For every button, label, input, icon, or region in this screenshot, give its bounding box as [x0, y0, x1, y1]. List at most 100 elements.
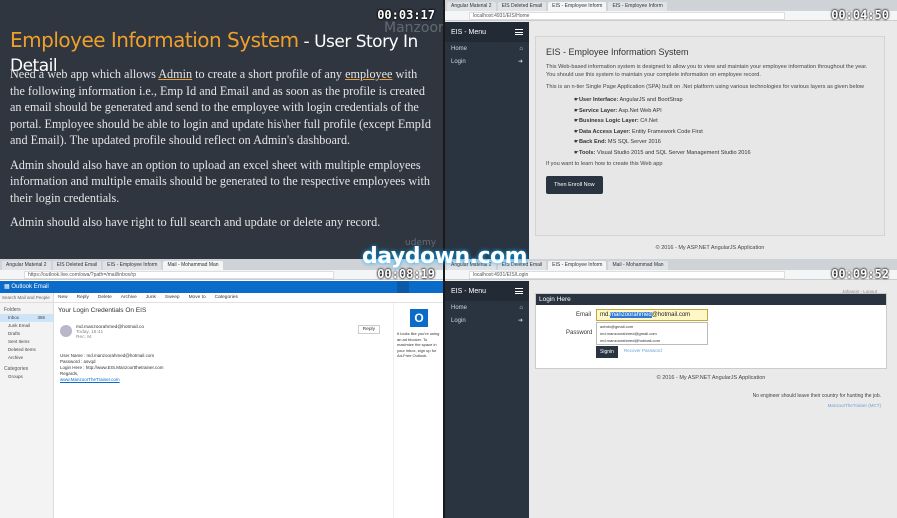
video-timer: 00:04:50 [831, 8, 889, 22]
folder-item[interactable]: Drafts [0, 330, 53, 338]
video-timer: 00:09:52 [831, 267, 889, 281]
hamburger-icon[interactable] [515, 29, 523, 35]
tech-item: ☛Business Logic Layer: C#.Net [574, 118, 658, 124]
reply-button[interactable]: Reply [77, 295, 89, 300]
home-icon: ⌂ [519, 45, 523, 52]
address-bar: localhost:4931/EIS/Login [445, 270, 897, 280]
browser-tab[interactable]: Mail - Mohammad Man [608, 261, 668, 270]
browser-tab[interactable]: EIS Deleted Email [497, 2, 547, 11]
folders-header[interactable]: Folders [0, 303, 53, 314]
slide-paragraph: Admin should also have an option to uplo… [10, 157, 431, 205]
tech-item: ☛Back End: MS SQL Server 2016 [574, 139, 661, 145]
login-pane: Angular Material 2 EIS Deleted Email EIS… [445, 259, 897, 518]
archive-button[interactable]: Archive [121, 295, 137, 300]
browser-tab[interactable]: EIS Deleted Email [52, 261, 102, 270]
video-timer: 00:03:17 [377, 8, 435, 22]
login-form: Login Here Email md.manzoorahmed@hotmail… [535, 293, 887, 369]
eis-menu-title: EIS - Menu [451, 287, 487, 295]
sidebar-item-home[interactable]: Home ⌂ [445, 301, 529, 314]
url-input[interactable]: https://outlook.live.com/owa/?path=/mail… [24, 271, 335, 279]
eis-sidebar: EIS - Menu Home ⌂ Login ➜ [445, 22, 529, 259]
login-icon: ➜ [517, 59, 523, 65]
email-field[interactable]: md.manzoorahmed@hotmail.com [596, 309, 708, 321]
browser-tab[interactable]: EIS - Employee Inform [608, 2, 667, 11]
sidebar-item-home[interactable]: Home ⌂ [445, 42, 529, 55]
intro-text: This Web-based information system is des… [546, 64, 868, 78]
page-title: EIS - Employee Information System [546, 47, 689, 57]
quote: No engineer should leave their country f… [752, 393, 881, 408]
folder-item[interactable]: Junk Email [0, 322, 53, 330]
browser-tab[interactable]: EIS - Employee Inform [548, 2, 607, 11]
autocomplete-list: admin@gmail.com md.manzoorahmed@gmail.co… [596, 322, 708, 345]
password-label: Password [566, 330, 593, 336]
browser-tab[interactable]: Mail - Mohammad Man [163, 261, 223, 270]
video-timer: 00:08:19 [377, 267, 435, 281]
tech-item: ☛Service Layer: Asp.Net Web API [574, 107, 662, 114]
site-link[interactable]: www.ManzoorTheTrainer.com [60, 377, 120, 382]
address-bar: localhost:4931/EIS/Home [445, 11, 897, 21]
site-watermark: daydown.com [362, 244, 528, 269]
login-title: Login Here [536, 294, 886, 305]
reply-dropdown[interactable]: Reply [357, 325, 380, 334]
footer: © 2016 - My ASP.NET AngularJS Applicatio… [655, 245, 765, 251]
mail-body: User Name : md.manzoorahmed@hotmail.com … [60, 353, 164, 382]
groups-item[interactable]: Groups [0, 373, 53, 381]
browser-tabs: Angular Material 2 EIS Deleted Email EIS… [445, 0, 897, 11]
slide-paragraph: Need a web app which allows Admin to cre… [10, 67, 432, 147]
folder-item[interactable]: Sent Items [0, 338, 53, 346]
eis-info-panel: EIS - Employee Information System This W… [535, 36, 885, 236]
eis-menu-title: EIS - Menu [451, 28, 487, 36]
eis-menu-header: EIS - Menu [445, 22, 529, 42]
autocomplete-option[interactable]: md.manzoorahmed@gmail.com [597, 330, 707, 337]
sweep-button[interactable]: Sweep [165, 295, 180, 300]
browser-tab[interactable]: Angular Material 2 [2, 261, 51, 270]
recover-password-link[interactable]: Recover Password [624, 348, 662, 353]
outlook-header: ▦ Outlook Email [0, 281, 443, 293]
folder-pane: Search Mail and People Folders Inbox 365 … [0, 293, 54, 518]
autocomplete-option[interactable]: admin@gmail.com [597, 323, 707, 330]
browser-tab[interactable]: EIS - Employee Inform [548, 261, 607, 270]
search-input[interactable]: Search Mail and People [0, 293, 53, 303]
enroll-button[interactable]: Then Enroll Now [546, 176, 603, 194]
sidebar-item-login[interactable]: Login ➜ [445, 55, 529, 68]
home-icon: ⌂ [519, 304, 523, 311]
categories-button[interactable]: Categories [215, 295, 238, 300]
avatar [60, 325, 72, 337]
url-input[interactable]: localhost:4931/EIS/Login [469, 271, 786, 279]
email-label: Email [576, 312, 592, 318]
signin-button[interactable]: Signin [596, 346, 618, 358]
folder-item[interactable]: Deleted Items [0, 346, 53, 354]
move-to-button[interactable]: Move to [189, 295, 206, 300]
slide-body: Need a web app which allows Admin to cre… [10, 66, 435, 239]
autocomplete-option[interactable]: md.manzoorahmed@hotmail.com [597, 337, 707, 344]
eis-menu-header: EIS - Menu [445, 281, 529, 301]
browser-tab[interactable]: EIS - Employee Inform [103, 261, 162, 270]
footer: © 2016 - My ASP.NET AngularJS Applicatio… [656, 375, 766, 381]
folder-item[interactable]: Archive [0, 354, 53, 362]
ad-pane: O It looks like you're using an ad block… [393, 303, 443, 518]
hamburger-icon[interactable] [515, 288, 523, 294]
app-grid-icon[interactable]: ▦ [4, 284, 10, 290]
outlook-logo-icon: O [410, 309, 428, 327]
login-icon: ➜ [517, 318, 523, 324]
mail-from: md.manzoorahmed@hotmail.co Today, 16:41 … [76, 325, 145, 340]
tech-list: ☛User Interface: AngularJS and BootStrap… [574, 95, 874, 158]
tech-item: ☛User Interface: AngularJS and BootStrap [574, 97, 683, 103]
bell-icon[interactable] [397, 281, 409, 293]
quote-author: ManzoorTheTrainer (MCT) [827, 403, 881, 408]
delete-button[interactable]: Delete [98, 295, 112, 300]
learn-text: If you want to learn how to create this … [546, 161, 663, 167]
new-button[interactable]: New [58, 295, 68, 300]
ntier-text: This is an n-tier Single Page Applicatio… [546, 84, 864, 90]
watermark-manzoor: Manzoor [384, 20, 443, 36]
outlook-title: Outlook Email [11, 284, 49, 290]
categories-header[interactable]: Categories [0, 362, 53, 373]
adblock-text: It looks like you're using an ad blocker… [397, 331, 440, 358]
junk-button[interactable]: Junk [146, 295, 156, 300]
folder-item[interactable]: Inbox 365 [0, 314, 53, 322]
sidebar-item-login[interactable]: Login ➜ [445, 314, 529, 327]
url-input[interactable]: localhost:4931/EIS/Home [469, 12, 786, 20]
eis-sidebar: EIS - Menu Home ⌂ Login ➜ [445, 281, 529, 518]
tech-item: ☛Data Access Layer: Entity Framework Cod… [574, 128, 703, 135]
browser-tab[interactable]: Angular Material 2 [447, 2, 496, 11]
